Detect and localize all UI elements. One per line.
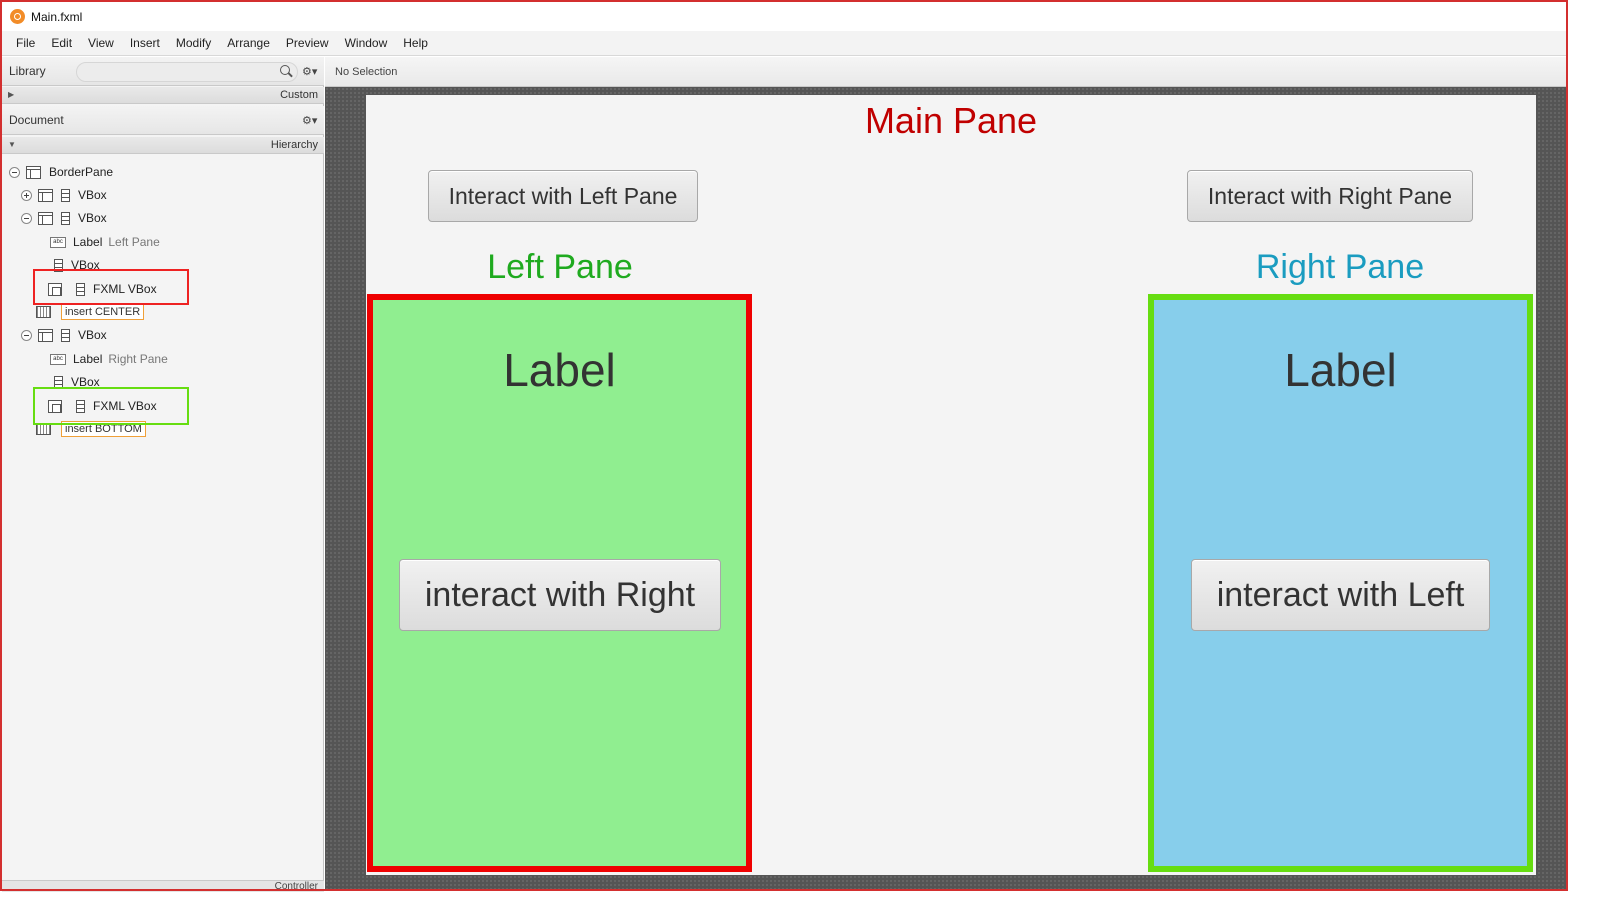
interact-with-left-button[interactable]: interact with Left (1191, 559, 1490, 631)
expand-arrow-icon[interactable]: ▶ (8, 90, 14, 99)
gear-icon[interactable]: ⚙▾ (302, 115, 318, 127)
tree-row-vbox-left[interactable]: VBox (21, 208, 107, 228)
custom-section-bar[interactable]: ▶ Custom (2, 87, 324, 104)
tree-row-borderpane[interactable]: BorderPane (9, 162, 113, 182)
tree-label-value: Right Pane (108, 352, 168, 366)
fxml-include-icon (38, 211, 53, 225)
menu-view[interactable]: View (80, 36, 122, 50)
custom-section-label: Custom (280, 89, 318, 101)
label-icon: abc (50, 236, 66, 248)
scene-builder-icon (10, 9, 25, 24)
tree-row-vbox-right[interactable]: VBox (21, 325, 107, 345)
menu-bar: File Edit View Insert Modify Arrange Pre… (2, 31, 1566, 56)
menu-window[interactable]: Window (337, 36, 396, 50)
right-pane-title: Right Pane (1255, 248, 1425, 286)
label-icon: abc (50, 353, 66, 365)
vbox-icon (61, 328, 70, 342)
tree-label-value: Left Pane (108, 235, 160, 249)
left-sidebar: Library ⚙▾ ▶ Custom Document ⚙▾ ▼ Hierar… (2, 57, 324, 892)
menu-file[interactable]: File (8, 36, 43, 50)
library-search-input[interactable] (76, 62, 298, 82)
menu-edit[interactable]: Edit (43, 36, 80, 50)
library-header: Library ⚙▾ (2, 57, 324, 86)
interact-with-right-button[interactable]: interact with Right (399, 559, 721, 631)
right-pane-label: Label (1284, 344, 1397, 396)
tree-label: Label (73, 235, 103, 249)
tree-row-label-right[interactable]: abc Label Right Pane (50, 349, 168, 369)
menu-help[interactable]: Help (395, 36, 436, 50)
collapse-arrow-icon[interactable]: ▼ (8, 140, 16, 149)
selection-bar: No Selection (325, 57, 1566, 87)
collapse-icon[interactable] (21, 329, 32, 341)
center-slot-icon (36, 306, 51, 318)
main-pane-title: Main Pane (864, 100, 1038, 141)
red-highlight-box (33, 269, 189, 305)
tree-row-vbox-top[interactable]: VBox (21, 185, 107, 205)
interact-right-pane-button[interactable]: Interact with Right Pane (1187, 170, 1473, 222)
title-bar: Main.fxml (2, 2, 1566, 31)
tree-label: VBox (78, 328, 107, 342)
library-title: Library (9, 64, 46, 78)
gear-icon[interactable]: ⚙▾ (302, 66, 318, 78)
document-header: Document ⚙▾ (2, 106, 324, 135)
selection-status: No Selection (335, 66, 398, 78)
controller-label: Controller (274, 881, 318, 892)
vbox-icon (61, 188, 70, 202)
hierarchy-section-bar[interactable]: ▼ Hierarchy (2, 137, 324, 154)
tree-row-insert-center[interactable]: insert CENTER (36, 302, 145, 322)
search-icon[interactable] (280, 65, 290, 75)
tree-label: BorderPane (49, 165, 114, 179)
menu-modify[interactable]: Modify (168, 36, 219, 50)
tree-row-label-left[interactable]: abc Label Left Pane (50, 232, 160, 252)
menu-insert[interactable]: Insert (122, 36, 168, 50)
left-pane-title: Left Pane (487, 248, 633, 286)
interact-left-pane-button[interactable]: Interact with Left Pane (428, 170, 698, 222)
tree-label: VBox (78, 211, 107, 225)
green-highlight-box (33, 387, 189, 425)
document-title: Document (9, 113, 64, 127)
menu-preview[interactable]: Preview (278, 36, 337, 50)
app-window: { "window": { "title": "Main.fxml" }, "m… (0, 0, 1608, 913)
borderpane-icon (26, 165, 41, 179)
collapse-icon[interactable] (9, 166, 20, 178)
insert-center-slot[interactable]: insert CENTER (61, 304, 145, 320)
vbox-icon (61, 211, 70, 225)
left-pane-label: Label (503, 344, 616, 396)
window-title: Main.fxml (31, 9, 83, 24)
controller-bar[interactable]: Controller (2, 880, 324, 892)
menu-arrange[interactable]: Arrange (219, 36, 278, 50)
tree-label: Label (73, 352, 103, 366)
tree-label: VBox (78, 188, 107, 202)
hierarchy-section-label: Hierarchy (270, 139, 318, 151)
expand-icon[interactable] (21, 189, 32, 201)
collapse-icon[interactable] (21, 212, 32, 224)
fxml-include-icon (38, 188, 53, 202)
fxml-include-icon (38, 328, 53, 342)
